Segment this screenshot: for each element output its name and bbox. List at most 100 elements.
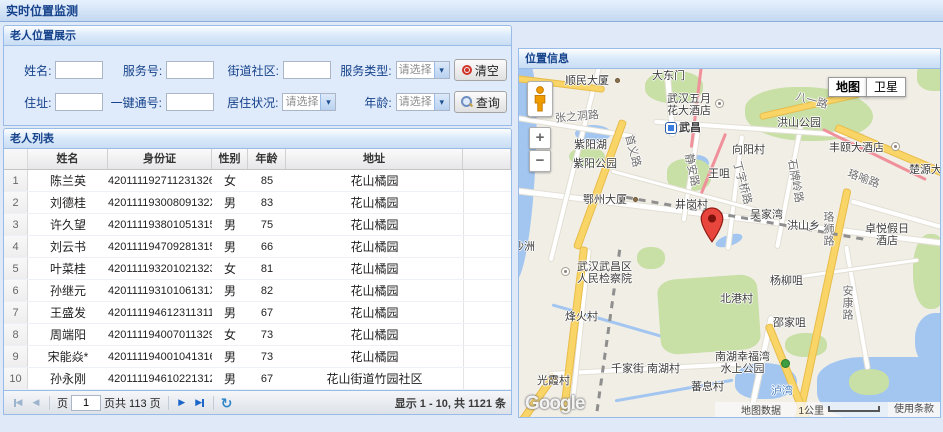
column-sex[interactable]: 性别 xyxy=(212,149,248,169)
cell-sex: 女 xyxy=(212,170,248,191)
cell-addr: 花山橘园 xyxy=(286,170,463,191)
table-row[interactable]: 6 孙继元 42011119310106131X 男 82 花山橘园 xyxy=(4,280,511,302)
location-marker-icon[interactable] xyxy=(700,207,724,248)
prev-arrow-icon: ◀ xyxy=(33,397,40,408)
government-icon xyxy=(561,267,570,276)
page-label: 页 xyxy=(57,395,68,411)
cell-sex: 男 xyxy=(212,236,248,257)
cell-name: 陈兰英 xyxy=(28,170,108,191)
table-row[interactable]: 10 孙永刚 420111194610221312 男 67 花山街道竹园社区 xyxy=(4,368,511,390)
pegman-icon xyxy=(533,86,547,112)
service-no-input[interactable] xyxy=(166,61,214,79)
map-label: 洪山乡 xyxy=(787,220,820,232)
list-panel: 老人列表 姓名 身份证 性别 年龄 地址 1 陈兰英 4201111927112… xyxy=(3,128,512,415)
cell-age: 66 xyxy=(248,236,286,257)
table-row[interactable]: 5 叶菜桂 420111193201021323 女 81 花山橘园 xyxy=(4,258,511,280)
road-label: 张之洞路 xyxy=(555,109,600,125)
chevron-down-icon: ▾ xyxy=(434,94,449,110)
zoom-in-button[interactable]: + xyxy=(529,127,551,149)
cell-id: 420111194001041316 xyxy=(108,346,212,367)
cell-id: 420111194610221312 xyxy=(108,368,212,389)
satellite-type-button[interactable]: 卫星 xyxy=(866,77,906,97)
map-label: 王咀 xyxy=(708,168,730,180)
clear-button-label: 清空 xyxy=(475,62,499,79)
map-type-button[interactable]: 地图 xyxy=(828,77,868,97)
refresh-icon: ↻ xyxy=(221,396,233,410)
page-input[interactable] xyxy=(71,395,101,411)
table-row[interactable]: 4 刘云书 420111194709281315 男 66 花山橘园 xyxy=(4,236,511,258)
map-label: 大东门 xyxy=(652,70,685,82)
zoom-out-button[interactable]: − xyxy=(529,150,551,172)
chevron-down-icon: ▾ xyxy=(320,94,335,110)
cell-rownum: 3 xyxy=(4,214,28,235)
last-page-icon xyxy=(202,399,204,407)
living-select[interactable]: 请选择 ▾ xyxy=(282,93,336,111)
map-attribution-bar: 地图数据 1公里 使用条款 xyxy=(715,402,940,417)
park-area xyxy=(785,333,827,357)
table-row[interactable]: 1 陈兰英 420111192711231326 女 85 花山橘园 xyxy=(4,170,511,192)
search-icon xyxy=(461,96,473,108)
column-rownum xyxy=(4,149,28,169)
column-age[interactable]: 年龄 xyxy=(248,149,286,169)
onekey-label: 一键通号: xyxy=(109,94,166,111)
cell-age: 82 xyxy=(248,280,286,301)
cell-sex: 男 xyxy=(212,368,248,389)
last-page-button[interactable]: ▶ xyxy=(191,394,209,412)
cell-rownum: 2 xyxy=(4,192,28,213)
cell-filler xyxy=(463,170,511,191)
table-row[interactable]: 9 宋能焱* 420111194001041316 男 73 花山橘园 xyxy=(4,346,511,368)
google-logo[interactable]: Google xyxy=(525,393,584,415)
pegman-control[interactable] xyxy=(527,81,553,117)
cell-filler xyxy=(463,192,511,213)
park-area xyxy=(657,274,762,356)
terms-link[interactable]: 使用条款 xyxy=(888,402,940,417)
table-row[interactable]: 3 许久望 420111193801051315 男 75 花山橘园 xyxy=(4,214,511,236)
cell-addr: 花山橘园 xyxy=(286,346,463,367)
map-label: 北港村 xyxy=(720,293,753,305)
page-total-label: 页共 113 页 xyxy=(104,395,161,411)
query-button-label: 查询 xyxy=(476,94,500,111)
map-canvas[interactable]: 顺民大厦 大东门 武汉五月 花大酒店 八一路 洪山公园 张之洞路 武昌 紫阳湖 … xyxy=(519,69,940,417)
service-type-value: 请选择 xyxy=(397,62,434,78)
next-arrow-icon: ▶ xyxy=(195,397,202,408)
address-input[interactable] xyxy=(55,93,103,111)
cell-addr: 花山橘园 xyxy=(286,236,463,257)
column-id[interactable]: 身份证 xyxy=(108,149,212,169)
table-row[interactable]: 2 刘德桂 42011119300809132X 男 83 花山橘园 xyxy=(4,192,511,214)
grid-header: 姓名 身份证 性别 年龄 地址 xyxy=(4,149,511,170)
table-row[interactable]: 8 周端阳 420111194007011329 女 73 花山橘园 xyxy=(4,324,511,346)
cell-name: 宋能焱* xyxy=(28,346,108,367)
onekey-input[interactable] xyxy=(166,93,214,111)
toolbar-separator xyxy=(213,396,214,410)
age-value: 请选择 xyxy=(397,94,434,110)
service-type-select[interactable]: 请选择 ▾ xyxy=(396,61,450,79)
cell-name: 叶菜桂 xyxy=(28,258,108,279)
refresh-button[interactable]: ↻ xyxy=(218,394,236,412)
name-input[interactable] xyxy=(55,61,103,79)
clear-button[interactable]: 清空 xyxy=(454,59,507,81)
first-page-button[interactable]: ◀ xyxy=(9,394,27,412)
community-input[interactable] xyxy=(283,61,331,79)
table-row[interactable]: 7 王盛发 420111194612311311 男 67 花山橘园 xyxy=(4,302,511,324)
query-button[interactable]: 查询 xyxy=(454,91,507,113)
map-label: 烽火村 xyxy=(565,311,598,323)
page-title: 实时位置监测 xyxy=(6,4,78,18)
prev-arrow-icon: ◀ xyxy=(16,397,23,408)
column-addr[interactable]: 地址 xyxy=(286,149,463,169)
column-filler xyxy=(463,149,511,169)
name-label: 姓名: xyxy=(8,62,55,79)
map-data-text: 地图数据 xyxy=(741,402,781,417)
age-select[interactable]: 请选择 ▾ xyxy=(396,93,450,111)
poi-dot-icon xyxy=(633,197,638,202)
address-label: 住址: xyxy=(8,94,55,111)
cell-rownum: 1 xyxy=(4,170,28,191)
search-panel-header: 老人位置展示 xyxy=(4,26,511,46)
next-page-button[interactable]: ▶ xyxy=(173,394,191,412)
cell-age: 73 xyxy=(248,346,286,367)
cell-addr: 花山橘园 xyxy=(286,280,463,301)
prev-page-button[interactable]: ◀ xyxy=(27,394,45,412)
map-label: 武昌 xyxy=(679,122,701,134)
column-name[interactable]: 姓名 xyxy=(28,149,108,169)
cell-sex: 男 xyxy=(212,346,248,367)
scale-bar xyxy=(828,406,880,412)
